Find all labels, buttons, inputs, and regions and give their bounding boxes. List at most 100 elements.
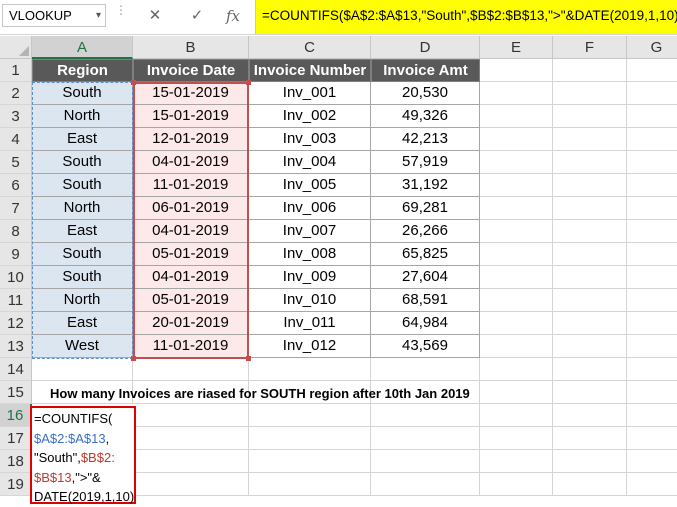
name-box[interactable]: VLOOKUP ▾ [2,4,106,27]
row-header-6[interactable]: 6 [0,174,32,197]
table-cell[interactable]: 65,825 [371,243,480,266]
empty-cell[interactable] [627,243,677,266]
empty-cell[interactable] [553,174,627,197]
range-handle[interactable] [246,80,251,85]
table-cell[interactable]: 20,530 [371,82,480,105]
formula-input[interactable]: =COUNTIFS($A$2:$A$13,"South",$B$2:$B$13,… [255,0,677,34]
empty-cell[interactable] [627,289,677,312]
column-header-b[interactable]: B [133,36,249,59]
insert-function-button[interactable]: fx [218,5,248,27]
table-cell[interactable]: 57,919 [371,151,480,174]
table-cell[interactable]: Inv_011 [249,312,371,335]
empty-cell[interactable] [249,473,371,496]
table-cell[interactable]: 05-01-2019 [133,289,249,312]
table-cell[interactable]: 11-01-2019 [133,335,249,358]
empty-cell[interactable] [133,404,249,427]
empty-cell[interactable] [627,151,677,174]
empty-cell[interactable] [553,128,627,151]
empty-cell[interactable] [553,197,627,220]
empty-cell[interactable] [553,151,627,174]
empty-cell[interactable] [553,473,627,496]
empty-cell[interactable] [249,427,371,450]
table-cell[interactable]: 15-01-2019 [133,82,249,105]
table-header-cell[interactable]: Invoice Number [249,59,371,82]
empty-cell[interactable] [480,105,553,128]
empty-cell[interactable] [32,358,133,381]
table-cell[interactable]: South [32,266,133,289]
empty-cell[interactable] [627,427,677,450]
column-header-e[interactable]: E [480,36,553,59]
empty-cell[interactable] [553,427,627,450]
table-cell[interactable]: East [32,128,133,151]
empty-cell[interactable] [553,220,627,243]
empty-cell[interactable] [627,59,677,82]
table-cell[interactable]: Inv_001 [249,82,371,105]
table-header-cell[interactable]: Invoice Date [133,59,249,82]
table-cell[interactable]: Inv_007 [249,220,371,243]
row-header-3[interactable]: 3 [0,105,32,128]
empty-cell[interactable] [249,404,371,427]
empty-cell[interactable] [480,381,553,404]
empty-cell[interactable] [371,473,480,496]
table-cell[interactable]: 04-01-2019 [133,151,249,174]
table-cell[interactable]: 27,604 [371,266,480,289]
empty-cell[interactable] [627,128,677,151]
column-header-a[interactable]: A [32,36,133,59]
empty-cell[interactable] [480,174,553,197]
empty-cell[interactable] [553,289,627,312]
empty-cell[interactable] [553,358,627,381]
empty-cell[interactable] [480,128,553,151]
empty-cell[interactable] [480,151,553,174]
table-cell[interactable]: 11-01-2019 [133,174,249,197]
empty-cell[interactable] [553,312,627,335]
table-cell[interactable]: Inv_005 [249,174,371,197]
range-handle[interactable] [131,80,136,85]
table-cell[interactable]: Inv_012 [249,335,371,358]
row-header-5[interactable]: 5 [0,151,32,174]
table-cell[interactable]: Inv_008 [249,243,371,266]
empty-cell[interactable] [480,243,553,266]
table-cell[interactable]: 68,591 [371,289,480,312]
empty-cell[interactable] [480,473,553,496]
table-cell[interactable]: North [32,197,133,220]
row-header-13[interactable]: 13 [0,335,32,358]
row-header-18[interactable]: 18 [0,450,32,473]
active-formula-cell[interactable]: =COUNTIFS( $A$2:$A$13, "South",$B$2: $B$… [30,406,136,504]
empty-cell[interactable] [553,266,627,289]
empty-cell[interactable] [480,220,553,243]
table-cell[interactable]: South [32,243,133,266]
table-cell[interactable]: 42,213 [371,128,480,151]
empty-cell[interactable] [553,105,627,128]
table-cell[interactable]: West [32,335,133,358]
empty-cell[interactable] [480,335,553,358]
splitter-handle[interactable]: ⋮ [115,4,127,23]
empty-cell[interactable] [480,427,553,450]
table-cell[interactable]: Inv_009 [249,266,371,289]
table-cell[interactable]: South [32,174,133,197]
row-header-16[interactable]: 16 [0,404,32,427]
empty-cell[interactable] [133,450,249,473]
table-cell[interactable]: East [32,312,133,335]
empty-cell[interactable] [553,335,627,358]
range-handle[interactable] [131,356,136,361]
table-cell[interactable]: 49,326 [371,105,480,128]
empty-cell[interactable] [553,59,627,82]
row-header-1[interactable]: 1 [0,59,32,82]
table-cell[interactable]: 43,569 [371,335,480,358]
table-cell[interactable]: 64,984 [371,312,480,335]
empty-cell[interactable] [627,197,677,220]
row-header-15[interactable]: 15 [0,381,32,404]
table-cell[interactable]: 05-01-2019 [133,243,249,266]
table-cell[interactable]: Inv_006 [249,197,371,220]
row-header-11[interactable]: 11 [0,289,32,312]
empty-cell[interactable] [553,243,627,266]
empty-cell[interactable] [553,82,627,105]
empty-cell[interactable] [249,358,371,381]
table-cell[interactable]: North [32,105,133,128]
table-header-cell[interactable]: Invoice Amt [371,59,480,82]
empty-cell[interactable] [480,450,553,473]
cancel-icon[interactable]: ✕ [140,5,170,27]
column-header-g[interactable]: G [627,36,677,59]
row-header-8[interactable]: 8 [0,220,32,243]
empty-cell[interactable] [627,404,677,427]
